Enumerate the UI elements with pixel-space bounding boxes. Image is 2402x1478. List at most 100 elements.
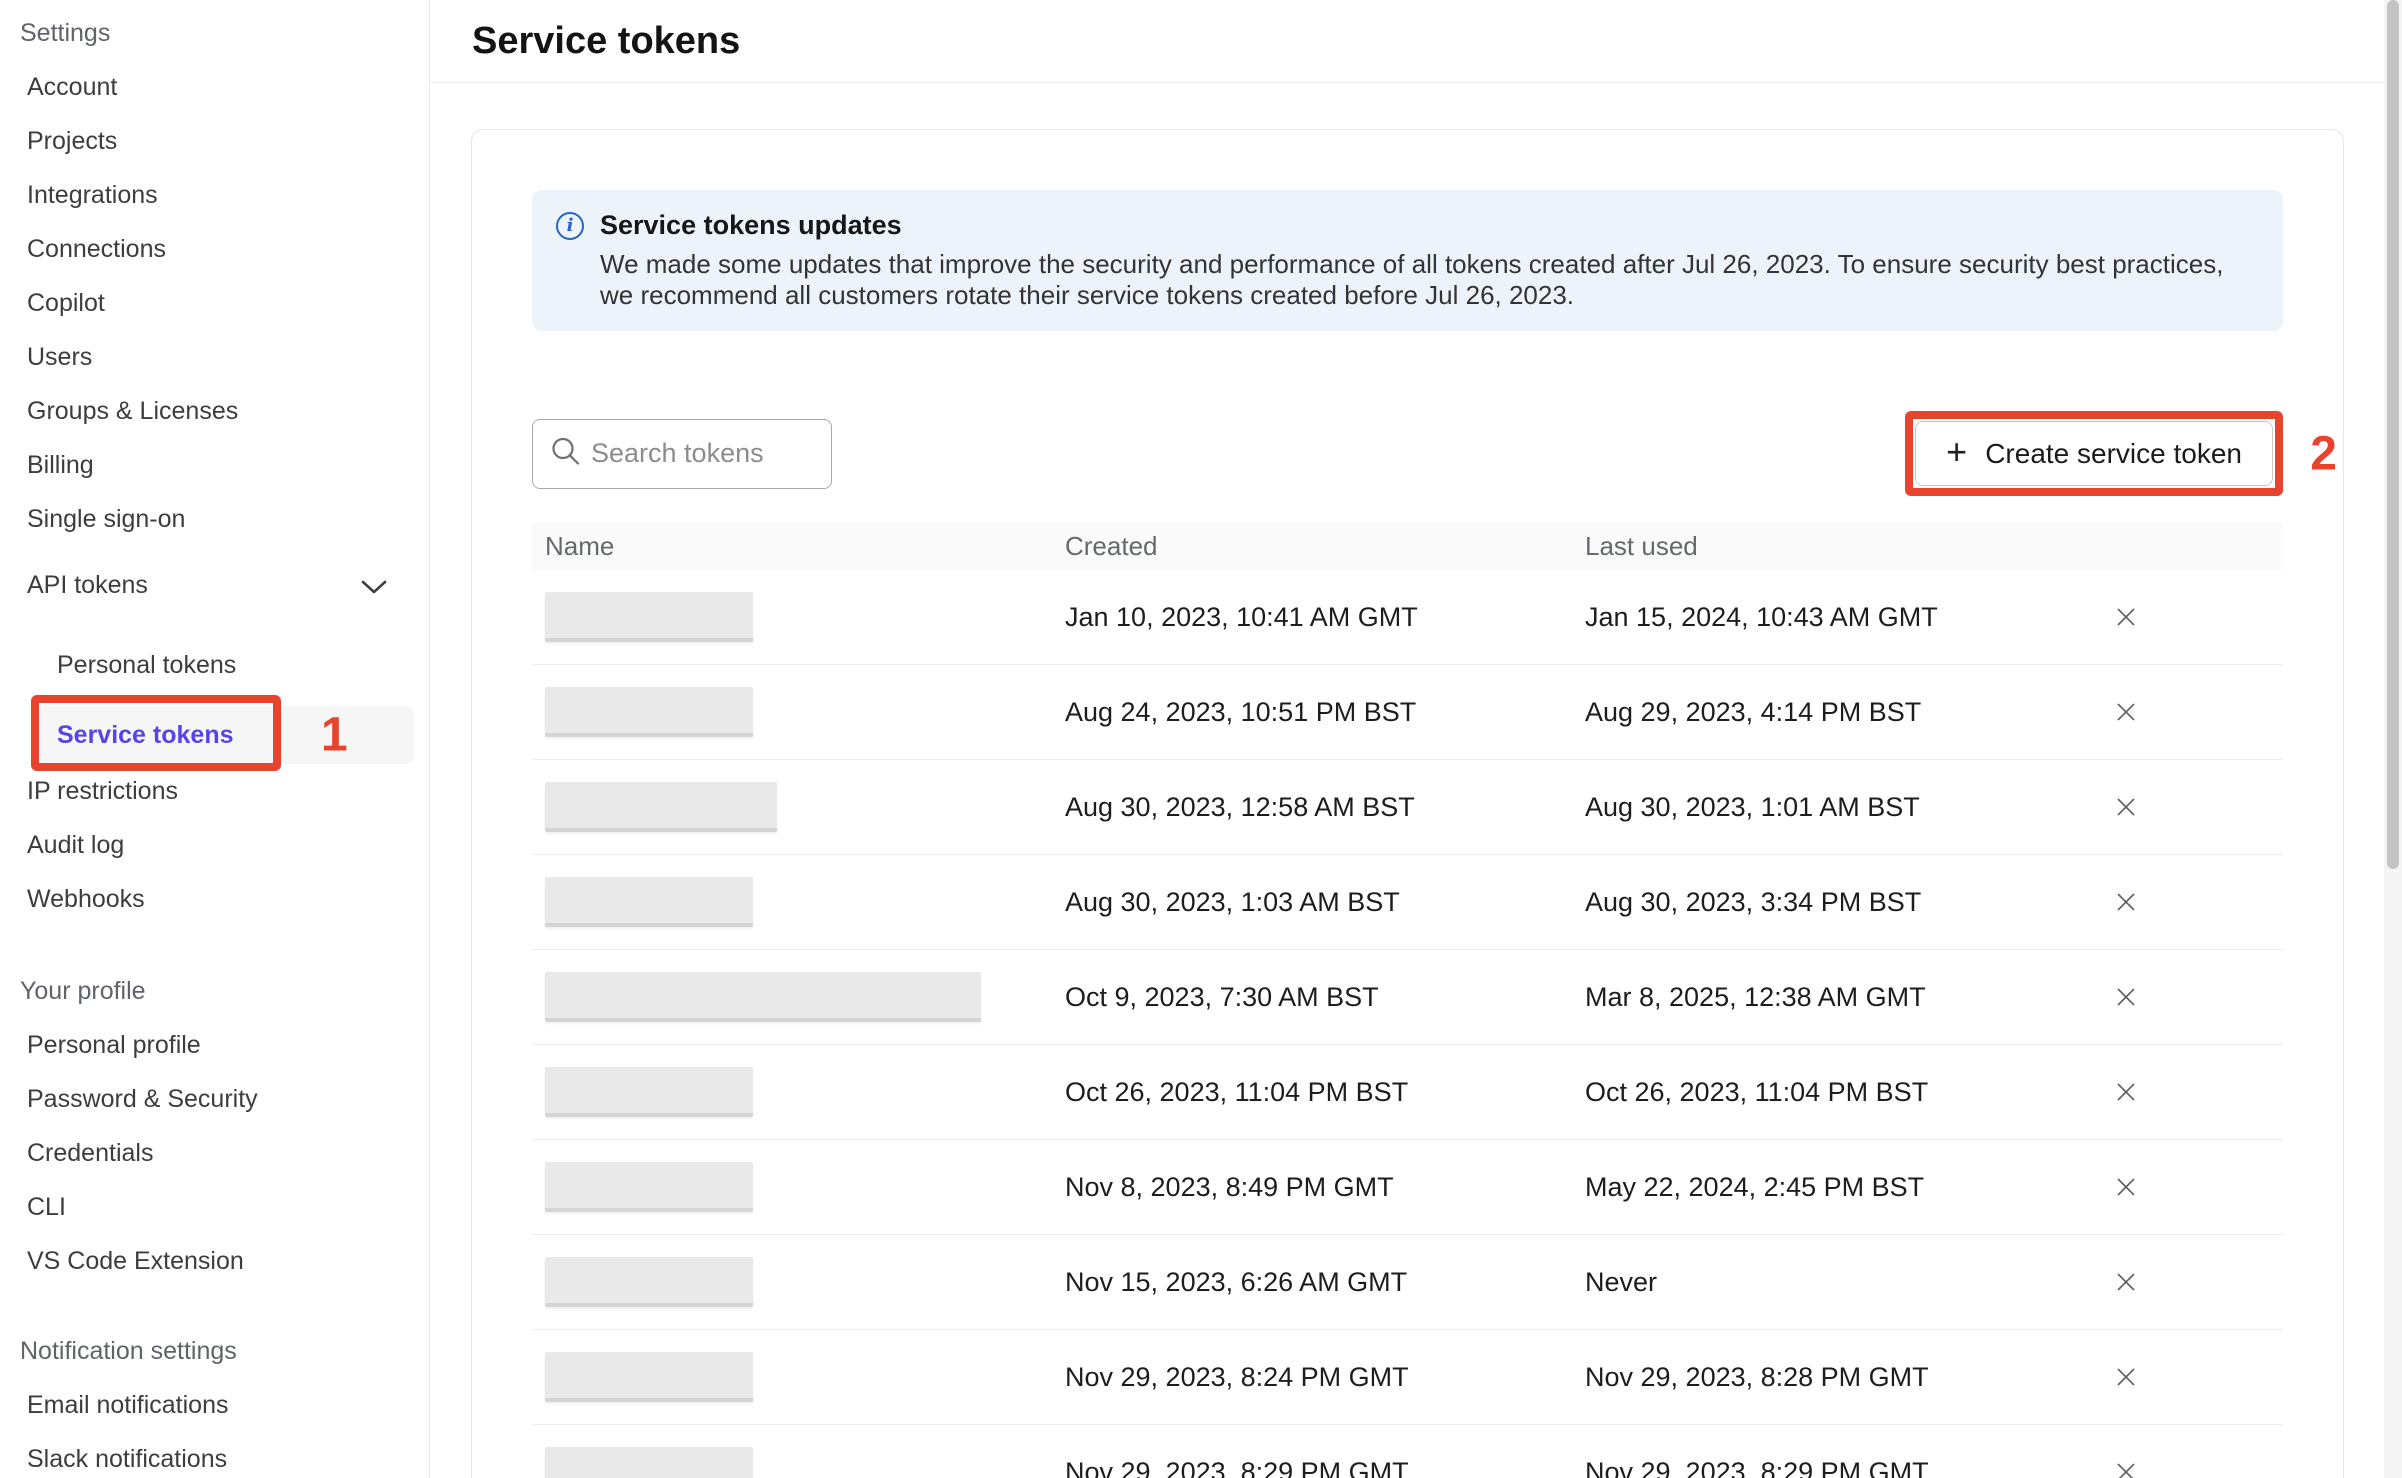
delete-token-icon[interactable] <box>2096 1442 2156 1478</box>
table-header: Name Created Last used <box>532 522 2283 570</box>
sidebar-settings-items: AccountProjectsIntegrationsConnectionsCo… <box>0 60 429 546</box>
sidebar-item-integrations[interactable]: Integrations <box>0 168 429 222</box>
column-header-last-used: Last used <box>1585 531 2096 562</box>
table-row: Aug 30, 2023, 12:58 AM BSTAug 30, 2023, … <box>532 760 2283 855</box>
sidebar-section-your-profile: Your profile <box>0 964 429 1018</box>
sidebar-item-password-security[interactable]: Password & Security <box>0 1072 429 1126</box>
delete-token-icon[interactable] <box>2096 1157 2156 1217</box>
sidebar-item-cli[interactable]: CLI <box>0 1180 429 1234</box>
sidebar-item-slack-notifications[interactable]: Slack notifications <box>0 1432 429 1478</box>
last-used-cell: May 22, 2024, 2:45 PM BST <box>1585 1172 2096 1203</box>
delete-token-icon[interactable] <box>2096 587 2156 647</box>
annotation-number-2: 2 <box>2310 426 2337 481</box>
create-button-label: Create service token <box>1985 438 2242 470</box>
table-row: Aug 24, 2023, 10:51 PM BSTAug 29, 2023, … <box>532 665 2283 760</box>
banner-text: Service tokens updates We made some upda… <box>600 210 2259 311</box>
token-name-redacted <box>545 877 753 927</box>
sidebar-item-service-tokens-selected[interactable]: Service tokens 1 <box>33 706 414 764</box>
plus-icon: + <box>1946 434 1967 470</box>
info-banner: i Service tokens updates We made some up… <box>532 190 2283 331</box>
delete-token-icon[interactable] <box>2096 872 2156 932</box>
created-cell: Nov 29, 2023, 8:24 PM GMT <box>1065 1362 1585 1393</box>
created-cell: Oct 26, 2023, 11:04 PM BST <box>1065 1077 1585 1108</box>
table-row: Nov 29, 2023, 8:24 PM GMTNov 29, 2023, 8… <box>532 1330 2283 1425</box>
annotation-box-2: + Create service token 2 <box>1905 411 2283 496</box>
last-used-cell: Nov 29, 2023, 8:29 PM GMT <box>1585 1457 2096 1478</box>
info-icon: i <box>556 212 584 240</box>
sidebar-item-personal-profile[interactable]: Personal profile <box>0 1018 429 1072</box>
last-used-cell: Mar 8, 2025, 12:38 AM GMT <box>1585 982 2096 1013</box>
delete-token-icon[interactable] <box>2096 1252 2156 1312</box>
token-name-redacted <box>545 1162 753 1212</box>
created-cell: Nov 15, 2023, 6:26 AM GMT <box>1065 1267 1585 1298</box>
sidebar-item-users[interactable]: Users <box>0 330 429 384</box>
vertical-scrollbar[interactable] <box>2384 0 2402 1478</box>
sidebar-item-single-sign-on[interactable]: Single sign-on <box>0 492 429 546</box>
main-content: Service tokens i Service tokens updates … <box>430 0 2402 1478</box>
delete-token-icon[interactable] <box>2096 1062 2156 1122</box>
table-row: Nov 29, 2023, 8:29 PM GMTNov 29, 2023, 8… <box>532 1425 2283 1478</box>
sidebar-api-subitems: IP restrictionsAudit logWebhooks <box>0 764 429 926</box>
last-used-cell: Aug 29, 2023, 4:14 PM BST <box>1585 697 2096 728</box>
token-name-redacted <box>545 1352 753 1402</box>
sidebar-section-notification-settings: Notification settings <box>0 1324 429 1378</box>
created-cell: Aug 30, 2023, 1:03 AM BST <box>1065 887 1585 918</box>
search-wrap <box>532 419 832 489</box>
created-cell: Aug 24, 2023, 10:51 PM BST <box>1065 697 1585 728</box>
sidebar-item-projects[interactable]: Projects <box>0 114 429 168</box>
delete-token-icon[interactable] <box>2096 1347 2156 1407</box>
created-cell: Jan 10, 2023, 10:41 AM GMT <box>1065 602 1585 633</box>
delete-token-icon[interactable] <box>2096 967 2156 1027</box>
sidebar-item-vs-code-extension[interactable]: VS Code Extension <box>0 1234 429 1288</box>
sidebar-item-groups-licenses[interactable]: Groups & Licenses <box>0 384 429 438</box>
delete-token-icon[interactable] <box>2096 682 2156 742</box>
last-used-cell: Aug 30, 2023, 3:34 PM BST <box>1585 887 2096 918</box>
sidebar-item-copilot[interactable]: Copilot <box>0 276 429 330</box>
token-name-redacted <box>545 972 981 1022</box>
created-cell: Nov 8, 2023, 8:49 PM GMT <box>1065 1172 1585 1203</box>
sidebar-item-billing[interactable]: Billing <box>0 438 429 492</box>
column-header-created: Created <box>1065 531 1585 562</box>
sidebar-profile-items: Personal profilePassword & SecurityCrede… <box>0 1018 429 1288</box>
scrollbar-thumb[interactable] <box>2387 0 2399 869</box>
token-name-redacted <box>545 687 753 737</box>
table-row: Nov 8, 2023, 8:49 PM GMTMay 22, 2024, 2:… <box>532 1140 2283 1235</box>
banner-title: Service tokens updates <box>600 210 2259 241</box>
sidebar-item-api-tokens[interactable]: API tokens <box>0 558 429 612</box>
last-used-cell: Nov 29, 2023, 8:28 PM GMT <box>1585 1362 2096 1393</box>
created-cell: Oct 9, 2023, 7:30 AM BST <box>1065 982 1585 1013</box>
annotation-number-1: 1 <box>321 708 348 763</box>
table-body: Jan 10, 2023, 10:41 AM GMTJan 15, 2024, … <box>532 570 2283 1478</box>
last-used-cell: Oct 26, 2023, 11:04 PM BST <box>1585 1077 2096 1108</box>
delete-token-icon[interactable] <box>2096 777 2156 837</box>
sidebar-item-ip-restrictions[interactable]: IP restrictions <box>0 764 429 818</box>
create-service-token-button[interactable]: + Create service token <box>1915 421 2273 486</box>
table-row: Aug 30, 2023, 1:03 AM BSTAug 30, 2023, 3… <box>532 855 2283 950</box>
token-name-redacted <box>545 1447 753 1478</box>
token-name-redacted <box>545 1067 753 1117</box>
token-name-redacted <box>545 1257 753 1307</box>
sidebar-item-webhooks[interactable]: Webhooks <box>0 872 429 926</box>
sidebar-item-account[interactable]: Account <box>0 60 429 114</box>
sidebar-item-email-notifications[interactable]: Email notifications <box>0 1378 429 1432</box>
settings-sidebar: Settings AccountProjectsIntegrationsConn… <box>0 0 430 1478</box>
token-name-redacted <box>545 592 753 642</box>
last-used-cell: Jan 15, 2024, 10:43 AM GMT <box>1585 602 2096 633</box>
banner-body: We made some updates that improve the se… <box>600 249 2259 311</box>
table-controls: + Create service token 2 <box>532 411 2283 496</box>
sidebar-item-credentials[interactable]: Credentials <box>0 1126 429 1180</box>
token-name-redacted <box>545 782 777 832</box>
chevron-down-icon <box>361 573 387 602</box>
created-cell: Aug 30, 2023, 12:58 AM BST <box>1065 792 1585 823</box>
last-used-cell: Aug 30, 2023, 1:01 AM BST <box>1585 792 2096 823</box>
sidebar-item-connections[interactable]: Connections <box>0 222 429 276</box>
table-row: Oct 9, 2023, 7:30 AM BSTMar 8, 2025, 12:… <box>532 950 2283 1045</box>
table-row: Nov 15, 2023, 6:26 AM GMTNever <box>532 1235 2283 1330</box>
created-cell: Nov 29, 2023, 8:29 PM GMT <box>1065 1457 1585 1478</box>
search-input[interactable] <box>532 419 832 489</box>
service-tokens-link[interactable]: Service tokens <box>33 721 234 750</box>
sidebar-notification-items: Email notificationsSlack notifications <box>0 1378 429 1478</box>
sidebar-item-audit-log[interactable]: Audit log <box>0 818 429 872</box>
sidebar-item-personal-tokens[interactable]: Personal tokens <box>0 638 429 692</box>
table-row: Oct 26, 2023, 11:04 PM BSTOct 26, 2023, … <box>532 1045 2283 1140</box>
